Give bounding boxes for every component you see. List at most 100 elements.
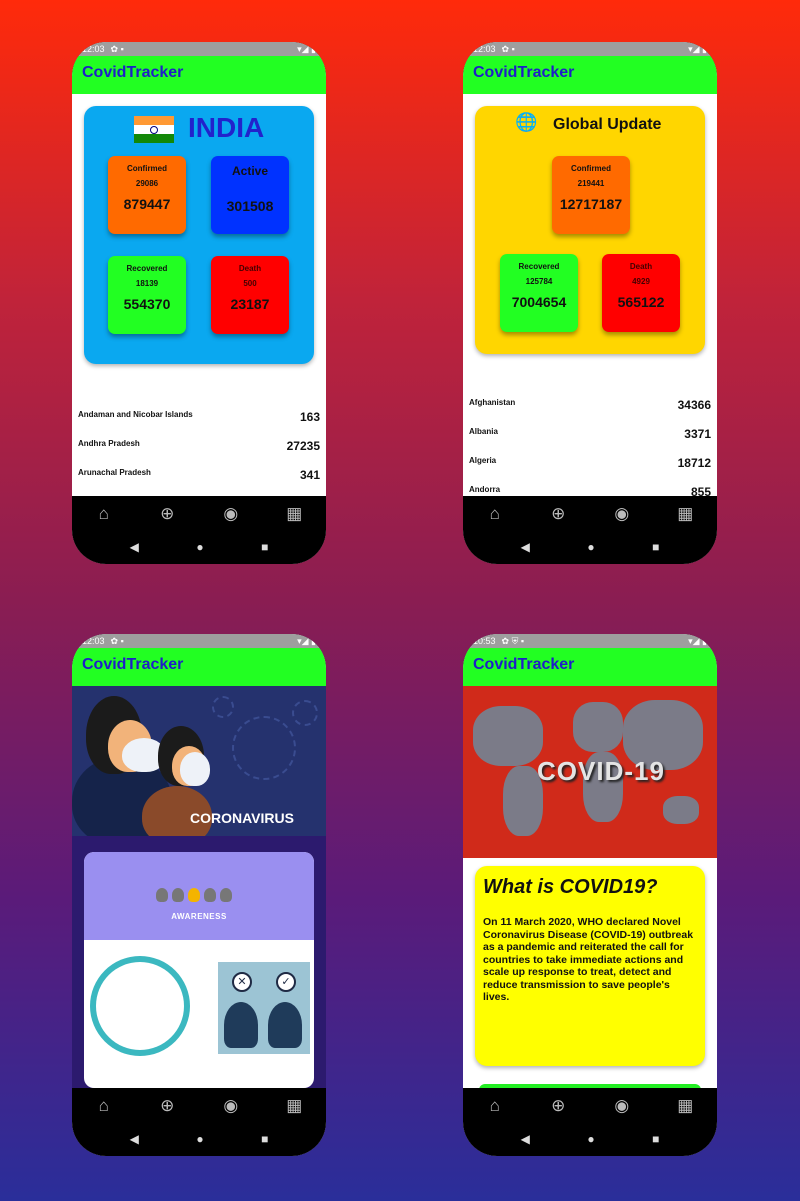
home-circle-icon[interactable]: ● bbox=[587, 1132, 594, 1146]
confirmed-label: Confirmed bbox=[127, 164, 167, 173]
virus-icon bbox=[232, 716, 296, 780]
app-title: CovidTracker bbox=[82, 64, 184, 81]
country-name: Albania bbox=[469, 427, 498, 436]
awareness-header: AWARENESS bbox=[84, 852, 314, 940]
recents-icon[interactable]: ■ bbox=[261, 540, 268, 554]
screen: 12:03 ✿ ▪ ▾◢ ▮ CovidTracker INDIA Confir… bbox=[72, 42, 326, 564]
list-item[interactable]: Algeria 18712 bbox=[463, 450, 717, 479]
back-icon[interactable]: ◀ bbox=[521, 540, 530, 554]
dashboard-icon[interactable]: ▦ bbox=[280, 1096, 308, 1116]
active-box: Active 301508 bbox=[211, 156, 289, 234]
person-illustration bbox=[224, 1002, 258, 1048]
covid-info-card: What is COVID19? On 11 March 2020, WHO d… bbox=[475, 866, 705, 1066]
settings-icon: ✿ ▪ bbox=[110, 43, 124, 54]
globe-icon[interactable]: ⊕ bbox=[544, 1096, 572, 1116]
death-new: 4929 bbox=[632, 277, 650, 286]
state-name: Arunachal Pradesh bbox=[78, 468, 151, 477]
recovered-box: Recovered 18139 554370 bbox=[108, 256, 186, 334]
virus-icon bbox=[292, 700, 318, 726]
home-icon[interactable]: ⌂ bbox=[90, 1096, 118, 1116]
back-icon[interactable]: ◀ bbox=[130, 540, 139, 554]
dashboard-icon[interactable]: ▦ bbox=[280, 504, 308, 524]
india-summary-card: INDIA Confirmed 29086 879447 Active 3015… bbox=[84, 106, 314, 364]
home-icon[interactable]: ⌂ bbox=[481, 1096, 509, 1116]
list-item[interactable]: Andhra Pradesh 27235 bbox=[72, 433, 326, 462]
awareness-card[interactable]: AWARENESS ✕ ✓ bbox=[84, 852, 314, 1088]
confirmed-total: 879447 bbox=[123, 196, 171, 212]
app-title: CovidTracker bbox=[473, 656, 575, 673]
status-time: 12:03 bbox=[82, 44, 105, 54]
home-circle-icon[interactable]: ● bbox=[196, 540, 203, 554]
home-icon[interactable]: ⌂ bbox=[90, 504, 118, 524]
dashboard-icon[interactable]: ▦ bbox=[671, 1096, 699, 1116]
wrong-icon: ✕ bbox=[232, 972, 252, 992]
bulb-icon bbox=[204, 888, 216, 902]
list-item[interactable]: Arunachal Pradesh 341 bbox=[72, 462, 326, 491]
status-bar: 12:03 ✿ ▪ ▾◢ ▮ bbox=[463, 42, 717, 56]
nfc-icon[interactable]: ◉ bbox=[217, 504, 245, 524]
hand-wash-illustration bbox=[90, 956, 190, 1056]
settings-icon: ✿ ⛨ ▪ bbox=[501, 635, 525, 646]
country-list[interactable]: Afghanistan 34366 Albania 3371 Algeria 1… bbox=[463, 392, 717, 508]
country-name: Andorra bbox=[469, 485, 501, 494]
list-item[interactable]: Albania 3371 bbox=[463, 421, 717, 450]
list-item[interactable]: Andaman and Nicobar Islands 163 bbox=[72, 404, 326, 433]
death-box: Death 500 23187 bbox=[211, 256, 289, 334]
bulb-lit-icon bbox=[188, 888, 200, 902]
recovered-label: Recovered bbox=[518, 262, 560, 271]
bottom-navigation: ⌂ ⊕ ◉ ▦ ◀ ● ■ bbox=[463, 496, 717, 564]
country-value: 18712 bbox=[677, 456, 711, 470]
recents-icon[interactable]: ■ bbox=[261, 1132, 268, 1146]
nfc-icon[interactable]: ◉ bbox=[608, 1096, 636, 1116]
phone-awareness: 12:03 ✿ ▪ ▾◢ ▮ CovidTracker CORONAVIRUS … bbox=[72, 634, 326, 1156]
info-heading: What is COVID19? bbox=[483, 876, 658, 898]
app-bar: CovidTracker bbox=[72, 648, 326, 686]
awareness-label: AWARENESS bbox=[171, 912, 227, 921]
map-landmass bbox=[663, 796, 699, 824]
map-landmass bbox=[473, 706, 543, 766]
country-value: 34366 bbox=[677, 398, 711, 412]
globe-icon[interactable]: ⊕ bbox=[153, 1096, 181, 1116]
phone-info: 10:53 ✿ ⛨ ▪ ▾◢ ▮ CovidTracker COVID-19 W… bbox=[463, 634, 717, 1156]
death-box: Death 4929 565122 bbox=[602, 254, 680, 332]
home-circle-icon[interactable]: ● bbox=[587, 540, 594, 554]
nfc-icon[interactable]: ◉ bbox=[217, 1096, 245, 1116]
home-icon[interactable]: ⌂ bbox=[481, 504, 509, 524]
banner-caption: CORONAVIRUS bbox=[190, 810, 294, 826]
settings-icon: ✿ ▪ bbox=[501, 43, 515, 54]
death-new: 500 bbox=[243, 279, 257, 288]
screen: 10:53 ✿ ⛨ ▪ ▾◢ ▮ CovidTracker COVID-19 W… bbox=[463, 634, 717, 1156]
death-total: 565122 bbox=[617, 294, 665, 310]
status-time: 12:03 bbox=[473, 44, 496, 54]
back-icon[interactable]: ◀ bbox=[130, 1132, 139, 1146]
global-summary-card: 🌐 Global Update Confirmed 219441 1271718… bbox=[475, 106, 705, 354]
status-time: 10:53 bbox=[473, 636, 496, 646]
back-icon[interactable]: ◀ bbox=[521, 1132, 530, 1146]
state-name: Andhra Pradesh bbox=[78, 439, 140, 448]
mask2-illustration bbox=[180, 752, 210, 786]
status-bar: 12:03 ✿ ▪ ▾◢ ▮ bbox=[72, 634, 326, 648]
mask-guide-illustration: ✕ ✓ bbox=[218, 962, 310, 1054]
list-item[interactable]: Afghanistan 34366 bbox=[463, 392, 717, 421]
state-list[interactable]: Andaman and Nicobar Islands 163 Andhra P… bbox=[72, 404, 326, 491]
recovered-box: Recovered 125784 7004654 bbox=[500, 254, 578, 332]
home-circle-icon[interactable]: ● bbox=[196, 1132, 203, 1146]
nfc-icon[interactable]: ◉ bbox=[608, 504, 636, 524]
status-time: 12:03 bbox=[82, 636, 105, 646]
settings-icon: ✿ ▪ bbox=[110, 635, 124, 646]
recents-icon[interactable]: ■ bbox=[652, 1132, 659, 1146]
globe-icon[interactable]: ⊕ bbox=[153, 504, 181, 524]
state-value: 163 bbox=[299, 410, 320, 424]
globe-icon[interactable]: ⊕ bbox=[544, 504, 572, 524]
recovered-label: Recovered bbox=[126, 264, 168, 273]
dashboard-icon[interactable]: ▦ bbox=[671, 504, 699, 524]
state-value: 341 bbox=[299, 468, 320, 482]
bulb-icon bbox=[156, 888, 168, 902]
recents-icon[interactable]: ■ bbox=[652, 540, 659, 554]
bottom-navigation: ⌂ ⊕ ◉ ▦ ◀ ● ■ bbox=[72, 496, 326, 564]
state-name: Andaman and Nicobar Islands bbox=[78, 410, 193, 419]
global-title: Global Update bbox=[553, 116, 662, 133]
country-name: Afghanistan bbox=[469, 398, 516, 407]
death-total: 23187 bbox=[230, 296, 270, 312]
status-bar: 12:03 ✿ ▪ ▾◢ ▮ bbox=[72, 42, 326, 56]
